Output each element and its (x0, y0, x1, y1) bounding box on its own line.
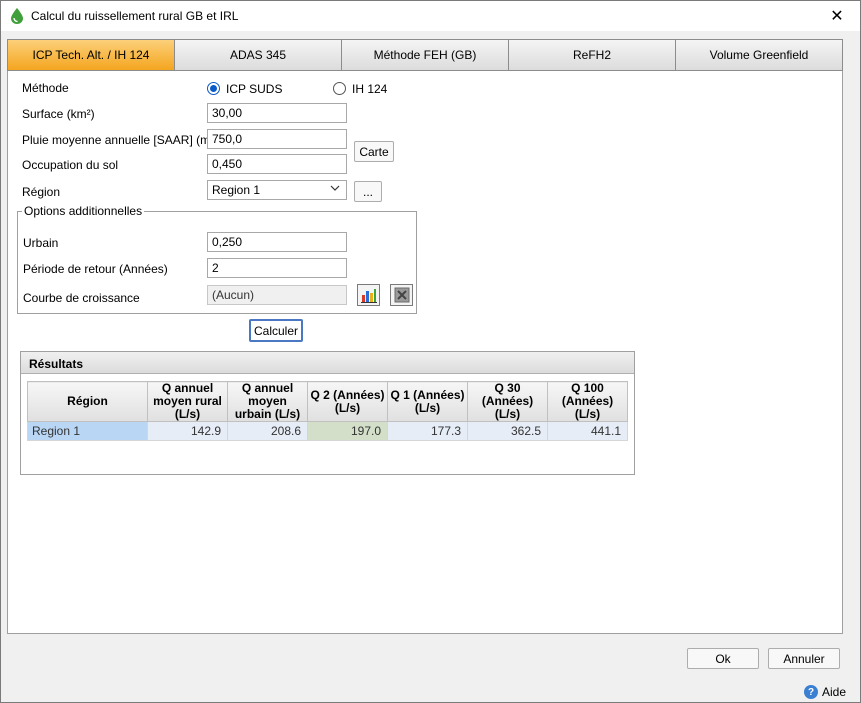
tab-icp[interactable]: ICP Tech. Alt. / IH 124 (8, 40, 175, 70)
window-title: Calcul du ruissellement rural GB et IRL (31, 9, 239, 23)
col-region[interactable]: Région (27, 381, 148, 422)
occupation-label: Occupation du sol (22, 158, 119, 172)
growth-curve-clear-button[interactable] (390, 284, 413, 306)
aide-link[interactable]: ? Aide (804, 685, 846, 699)
carte-button[interactable]: Carte (354, 141, 394, 162)
col-q30[interactable]: Q 30 (Années) (L/s) (467, 381, 548, 422)
radio-ih124[interactable] (333, 82, 346, 95)
urbain-label: Urbain (23, 236, 59, 250)
cell-q1[interactable]: 177.3 (387, 421, 468, 441)
col-q-urbain[interactable]: Q annuel moyen urbain (L/s) (227, 381, 308, 422)
growth-curve-chart-button[interactable] (357, 284, 380, 306)
tab-content: Méthode ICP SUDS IH 124 Surface (km²) 30… (7, 71, 843, 634)
tab-adas[interactable]: ADAS 345 (175, 40, 342, 70)
results-table: Région Q annuel moyen rural (L/s) Q annu… (27, 381, 628, 441)
occupation-input[interactable]: 0,450 (207, 154, 347, 174)
col-q100[interactable]: Q 100 (Années) (L/s) (547, 381, 628, 422)
radio-ih124-label[interactable]: IH 124 (352, 82, 387, 96)
cell-q-rural[interactable]: 142.9 (147, 421, 228, 441)
bar-chart-icon (360, 289, 377, 303)
cell-q30[interactable]: 362.5 (467, 421, 548, 441)
table-row[interactable]: Region 1 142.9 208.6 197.0 177.3 362.5 4… (27, 421, 628, 441)
surface-input[interactable]: 30,00 (207, 103, 347, 123)
cell-region[interactable]: Region 1 (27, 421, 148, 441)
saar-input[interactable]: 750,0 (207, 129, 347, 149)
courbe-label: Courbe de croissance (23, 291, 140, 305)
courbe-input: (Aucun) (207, 285, 347, 305)
tab-refh2[interactable]: ReFH2 (509, 40, 676, 70)
region-select[interactable]: Region 1 (207, 180, 347, 200)
dialog-window: Calcul du ruissellement rural GB et IRL … (0, 0, 861, 703)
radio-icp-suds-label[interactable]: ICP SUDS (226, 82, 282, 96)
annuler-button[interactable]: Annuler (768, 648, 840, 669)
radio-icp-suds[interactable] (207, 82, 220, 95)
surface-label: Surface (km²) (22, 107, 95, 121)
region-label: Région (22, 185, 61, 199)
region-select-value: Region 1 (212, 183, 261, 197)
chevron-down-icon (330, 183, 340, 196)
periode-label: Période de retour (Années) (23, 262, 168, 276)
periode-input[interactable]: 2 (207, 258, 347, 278)
col-q2[interactable]: Q 2 (Années) (L/s) (307, 381, 388, 422)
region-browse-button[interactable]: ... (354, 181, 382, 202)
tab-bar: ICP Tech. Alt. / IH 124 ADAS 345 Méthode… (7, 39, 843, 71)
col-q1[interactable]: Q 1 (Années) (L/s) (387, 381, 468, 422)
water-drop-icon (11, 8, 23, 24)
title-bar: Calcul du ruissellement rural GB et IRL … (1, 1, 860, 31)
tab-feh[interactable]: Méthode FEH (GB) (342, 40, 509, 70)
options-title: Options additionnelles (22, 204, 145, 218)
urbain-input[interactable]: 0,250 (207, 232, 347, 252)
ok-button[interactable]: Ok (687, 648, 759, 669)
close-button[interactable]: ✕ (814, 1, 860, 31)
aide-label: Aide (822, 685, 847, 699)
results-panel: Résultats Région Q annuel moyen rural (L… (20, 351, 635, 475)
results-title: Résultats (21, 352, 634, 374)
methode-label: Méthode (22, 81, 69, 95)
cell-q100[interactable]: 441.1 (547, 421, 628, 441)
saar-label: Pluie moyenne annuelle [SAAR] (mm) (22, 133, 225, 147)
col-q-rural[interactable]: Q annuel moyen rural (L/s) (147, 381, 228, 422)
calculer-button[interactable]: Calculer (249, 319, 303, 342)
help-icon: ? (804, 685, 818, 699)
tab-volume-greenfield[interactable]: Volume Greenfield (676, 40, 842, 70)
cell-q2[interactable]: 197.0 (307, 421, 388, 441)
cell-q-urbain[interactable]: 208.6 (227, 421, 308, 441)
options-groupbox: Options additionnelles Urbain 0,250 Péri… (17, 204, 417, 314)
clear-chart-icon (394, 287, 409, 303)
close-icon: ✕ (830, 8, 844, 25)
